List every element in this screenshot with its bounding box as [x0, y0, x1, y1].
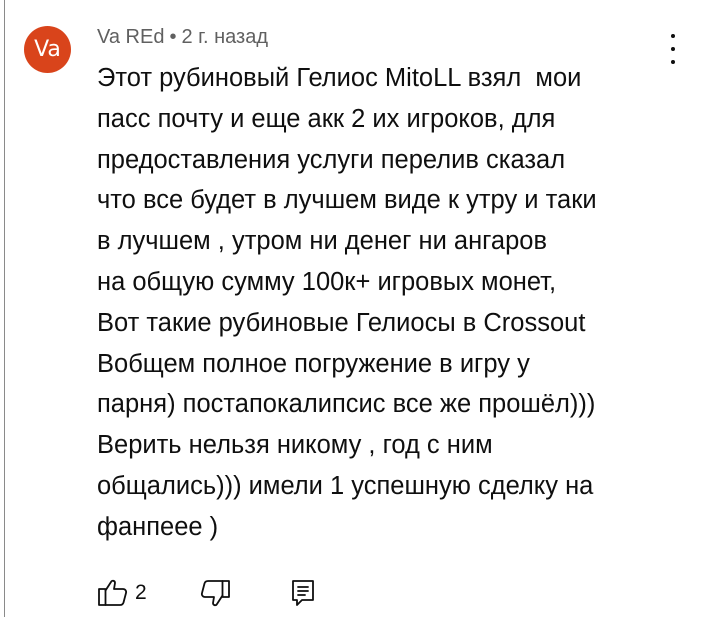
- comment-line: в лучшем , утром ни денег ни ангаров: [97, 227, 548, 256]
- header-separator: •: [169, 26, 177, 48]
- thumbs-down-icon: [200, 580, 230, 607]
- left-border: [4, 0, 5, 617]
- avatar[interactable]: Va: [24, 26, 71, 73]
- comment-text: Этот рубиновый Гелиос MitoLL взял мои па…: [97, 58, 697, 548]
- comment-actions: 2: [97, 575, 317, 611]
- reply-comment-icon: [291, 580, 314, 606]
- comment-line: что все будет в лучшем виде к утру и так…: [97, 186, 597, 215]
- thumbs-up-icon: [98, 579, 128, 606]
- comment-line: Верить нельзя никому , год с ним: [97, 431, 493, 460]
- dislike-button[interactable]: [199, 576, 231, 610]
- more-vertical-icon-dot: [671, 47, 675, 51]
- comment-timestamp[interactable]: 2 г. назад: [181, 26, 268, 48]
- comment-header: Va REd • 2 г. назад: [97, 26, 268, 49]
- reply-button[interactable]: [289, 576, 317, 610]
- comment-line: на общую сумму 100к+ игровых монет,: [97, 267, 557, 296]
- like-button[interactable]: [97, 576, 129, 610]
- comment-line: Вот такие рубиновые Гелиосы в Crossout: [97, 308, 586, 337]
- more-vertical-icon: [671, 34, 675, 38]
- avatar-initials: Va: [34, 37, 61, 62]
- like-count: 2: [135, 581, 147, 604]
- comment-line: пасс почту и еще акк 2 их игроков, для: [97, 104, 556, 133]
- comment-line: Вобщем полное погружение в игру у: [97, 349, 530, 378]
- comment-line: парня) постапокалипсис все же прошёл))): [97, 390, 596, 419]
- comment-line: общались))) имели 1 успешную сделку на: [97, 471, 594, 500]
- comment-line: Этот рубиновый Гелиос MitoLL взял мои: [97, 64, 582, 92]
- comment-line: фанпеее ): [97, 512, 219, 541]
- author-name[interactable]: Va REd: [97, 26, 164, 48]
- comment-line: предоставления услуги перелив сказал: [97, 145, 566, 174]
